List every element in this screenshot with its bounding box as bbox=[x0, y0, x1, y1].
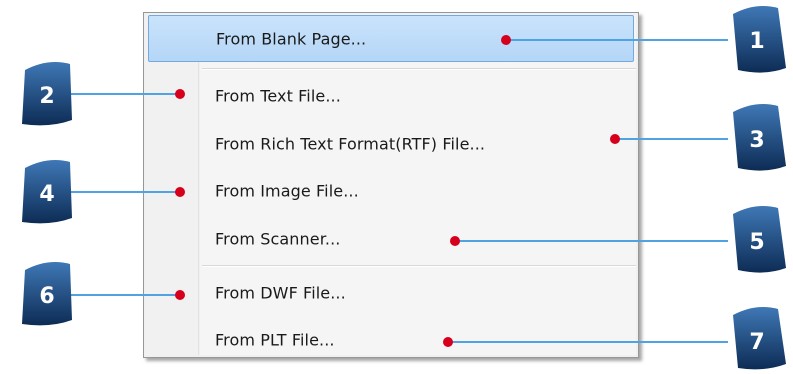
marker-dot bbox=[450, 236, 460, 246]
callout-number: 1 bbox=[749, 29, 764, 54]
callout-2: 2 bbox=[22, 62, 185, 126]
callout-6: 6 bbox=[22, 262, 185, 326]
marker-dot bbox=[501, 35, 511, 45]
callout-4: 4 bbox=[22, 160, 185, 224]
callout-layer: 1 2 3 4 5 6 7 bbox=[22, 6, 786, 370]
callout-5: 5 bbox=[450, 206, 786, 273]
callout-number: 7 bbox=[749, 330, 764, 355]
callout-number: 5 bbox=[749, 230, 764, 255]
callout-number: 4 bbox=[39, 182, 54, 207]
callout-3: 3 bbox=[610, 104, 786, 171]
callout-1: 1 bbox=[501, 6, 786, 73]
callout-7: 7 bbox=[443, 307, 786, 370]
marker-dot bbox=[443, 337, 453, 347]
callout-number: 6 bbox=[39, 284, 54, 309]
marker-dot bbox=[175, 187, 185, 197]
marker-dot bbox=[610, 134, 620, 144]
marker-dot bbox=[175, 89, 185, 99]
marker-dot bbox=[175, 290, 185, 300]
callout-number: 2 bbox=[39, 84, 54, 109]
callout-number: 3 bbox=[749, 128, 764, 153]
